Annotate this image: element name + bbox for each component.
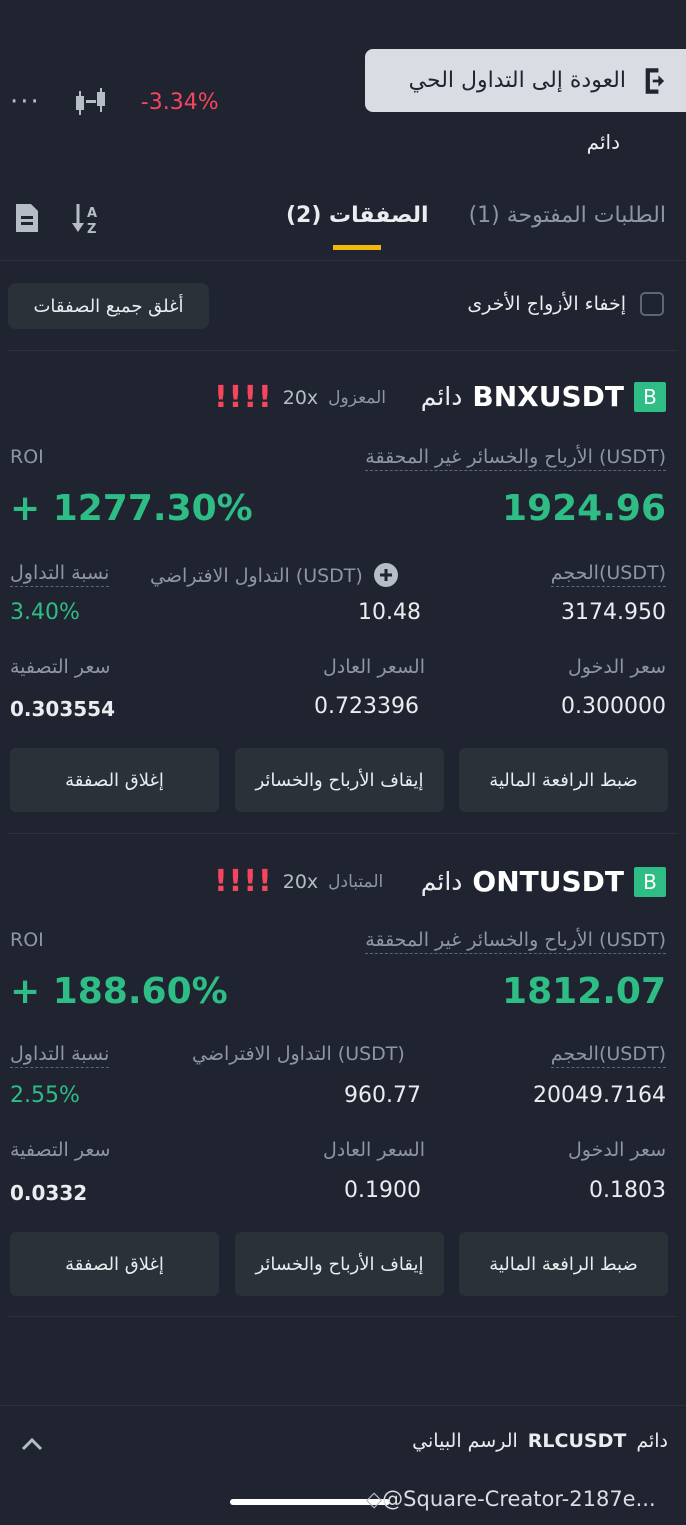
position-meta: !!!! 20x المتبادل	[214, 864, 383, 899]
size-label: الحجم(USDT)	[550, 562, 666, 587]
add-circle-icon[interactable]	[373, 562, 399, 588]
entry-price-label: سعر الدخول	[567, 656, 666, 678]
svg-text:Z: Z	[87, 222, 96, 236]
side-badge: B	[634, 381, 666, 412]
chart-symbol: RLCUSDT	[527, 1430, 627, 1452]
svg-text:A: A	[87, 206, 97, 221]
bottom-divider	[0, 1405, 686, 1406]
tabs-divider	[0, 260, 686, 261]
tab-open-orders[interactable]: الطلبات المفتوحة (1)	[469, 203, 666, 250]
mark-price-label: السعر العادل	[323, 1139, 425, 1161]
contract-type-label: دائم	[586, 130, 620, 154]
chart-label: الرسم البياني	[412, 1430, 518, 1452]
divider	[8, 833, 678, 834]
entry-price-value: 0.1803	[589, 1178, 666, 1203]
position-contract-type: دائم	[420, 867, 463, 896]
tab-bar: الصفقات (2) الطلبات المفتوحة (1)	[286, 203, 666, 250]
trading-ratio-value: 3.40%	[10, 600, 80, 625]
trading-ratio-value: 2.55%	[10, 1083, 80, 1108]
position-symbol[interactable]: BNXUSDT	[472, 380, 624, 413]
header-tools: ··· -3.34%	[10, 86, 219, 118]
tab-tools: A Z	[12, 202, 102, 236]
position-symbol[interactable]: ONTUSDT	[472, 865, 624, 898]
warning-marks: !!!!	[214, 864, 273, 899]
back-to-live-label: العودة إلى التداول الحي	[408, 68, 626, 93]
trading-ratio-label: نسبة التداول	[10, 1043, 110, 1068]
close-position-button[interactable]: إغلاق الصفقة	[10, 748, 219, 812]
diamond-icon: ◇	[366, 1487, 383, 1511]
exit-icon	[645, 67, 665, 94]
size-label: الحجم(USDT)	[550, 1043, 666, 1068]
unrealized-pnl-label: الأرباح والخسائر غير المحققة (USDT)	[365, 446, 666, 471]
virtual-trading-label: التداول الافتراضي (USDT)	[150, 562, 399, 588]
tp-sl-button[interactable]: إيقاف الأرباح والخسائر	[235, 1232, 444, 1296]
roi-value: + 188.60%	[10, 971, 228, 1012]
liquidation-price-label: سعر التصفية	[10, 656, 111, 678]
leverage-label: 20x	[282, 870, 319, 893]
warning-marks: !!!!	[214, 380, 273, 415]
back-to-live-trading-button[interactable]: العودة إلى التداول الحي	[365, 49, 686, 112]
entry-price-value: 0.300000	[561, 694, 666, 719]
candlestick-chart-icon[interactable]	[73, 86, 109, 118]
position-symbol-row: دائم ONTUSDT B	[421, 865, 666, 898]
mark-price-value: 0.1900	[344, 1178, 421, 1203]
hide-other-pairs-toggle[interactable]: إخفاء الأزواج الأخرى	[467, 292, 664, 316]
hide-other-pairs-label: إخفاء الأزواج الأخرى	[467, 293, 626, 315]
price-change-percent: -3.34%	[140, 89, 219, 115]
position-symbol-row: دائم BNXUSDT B	[421, 380, 666, 413]
liquidation-price-value: 0.0332	[10, 1181, 88, 1205]
chart-contract-type: دائم	[636, 1430, 668, 1452]
side-badge: B	[634, 866, 666, 897]
hide-other-pairs-checkbox[interactable]	[640, 292, 664, 316]
watermark-text: ◇@Square-Creator-2187e...	[366, 1487, 656, 1511]
close-all-positions-button[interactable]: أغلق جميع الصفقات	[8, 283, 209, 329]
size-value: 20049.7164	[533, 1083, 666, 1108]
margin-mode-label: المعزول	[328, 387, 387, 408]
close-position-button[interactable]: إغلاق الصفقة	[10, 1232, 219, 1296]
roi-value: + 1277.30%	[10, 488, 253, 529]
liquidation-price-label: سعر التصفية	[10, 1139, 111, 1161]
chart-toggle-bar[interactable]: الرسم البياني RLCUSDT دائم	[412, 1430, 668, 1452]
sort-az-icon[interactable]: A Z	[70, 202, 102, 236]
adjust-leverage-button[interactable]: ضبط الرافعة المالية	[459, 1232, 668, 1296]
mark-price-label: السعر العادل	[323, 656, 425, 678]
margin-mode-label: المتبادل	[328, 871, 384, 892]
divider	[8, 1316, 678, 1317]
unrealized-pnl-value: 1924.96	[502, 488, 666, 529]
more-icon[interactable]: ···	[10, 87, 41, 117]
document-icon[interactable]	[12, 202, 42, 234]
roi-label: ROI	[10, 446, 44, 468]
entry-price-label: سعر الدخول	[567, 1139, 666, 1161]
unrealized-pnl-label: الأرباح والخسائر غير المحققة (USDT)	[365, 929, 666, 954]
liquidation-price-value: 0.303554	[10, 697, 116, 721]
divider	[8, 350, 678, 351]
roi-label: ROI	[10, 929, 44, 951]
position-contract-type: دائم	[420, 382, 463, 411]
adjust-leverage-button[interactable]: ضبط الرافعة المالية	[459, 748, 668, 812]
leverage-label: 20x	[282, 386, 319, 409]
unrealized-pnl-value: 1812.07	[502, 971, 666, 1012]
tab-positions[interactable]: الصفقات (2)	[286, 203, 429, 250]
trading-ratio-label: نسبة التداول	[10, 562, 110, 587]
position-meta: !!!! 20x المعزول	[214, 380, 386, 415]
virtual-trading-label: التداول الافتراضي (USDT)	[192, 1043, 405, 1065]
mark-price-value: 0.723396	[314, 694, 419, 719]
virtual-trading-value: 960.77	[344, 1083, 421, 1108]
size-value: 3174.950	[561, 600, 666, 625]
chevron-up-icon[interactable]	[20, 1436, 44, 1452]
tp-sl-button[interactable]: إيقاف الأرباح والخسائر	[235, 748, 444, 812]
virtual-trading-value: 10.48	[358, 600, 421, 625]
